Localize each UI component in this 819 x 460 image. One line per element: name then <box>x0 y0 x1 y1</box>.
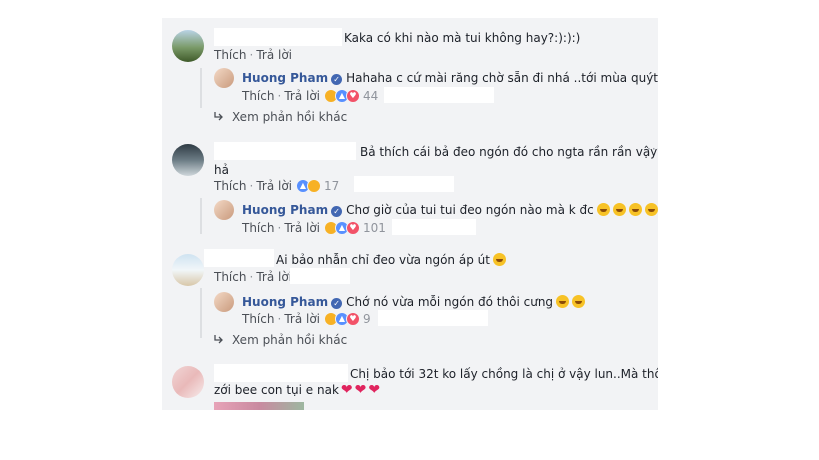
thread-line <box>200 198 202 234</box>
verified-icon: ✓ <box>331 206 343 217</box>
heart-emoji-icon: ❤ <box>354 382 367 398</box>
reply-body: Hahaha c cứ mài răng chờ sẵn đi nhá ..tớ… <box>346 71 658 85</box>
comment-actions: Thích · Trả lời ▲ 17 <box>214 179 339 193</box>
reply-body: Chơ giờ của tui tui đeo ngón nào mà k đc <box>346 203 594 217</box>
comment-text: Chị bảo tới 32t ko lấy chồng là chị ở vậ… <box>350 367 658 381</box>
separator: · <box>277 89 282 103</box>
reply-text: Huong Pham ✓ Chớ nó vừa mỗi ngón đó thôi c… <box>242 294 586 310</box>
avatar[interactable] <box>214 68 234 88</box>
reply-author[interactable]: Huong Pham <box>242 71 328 85</box>
redacted-area <box>290 268 350 284</box>
avatar[interactable] <box>172 144 204 176</box>
reaction-count[interactable]: 44 <box>363 89 378 103</box>
laughing-emoji-icon <box>596 203 610 216</box>
comment-panel: Kaka có khi nào mà tui không hay?:):):) … <box>162 18 658 410</box>
reply-actions: Thích · Trả lời ▲ ♥ 44 <box>242 89 378 103</box>
love-reaction-icon: ♥ <box>346 89 360 103</box>
like-link[interactable]: Thích <box>214 179 246 193</box>
laughing-emoji-icon <box>492 253 506 266</box>
verified-icon: ✓ <box>331 74 343 85</box>
like-link[interactable]: Thích <box>214 270 246 284</box>
heart-emoji-icon: ❤ <box>340 382 353 398</box>
reaction-count[interactable]: 17 <box>324 179 339 193</box>
reply-text: Huong Pham ✓ Hahaha c cứ mài răng chờ sẵn … <box>242 70 658 86</box>
love-reaction-icon: ♥ <box>346 312 360 326</box>
separator: · <box>249 270 254 284</box>
reply-link[interactable]: Trả lời <box>284 89 320 103</box>
reply-link[interactable]: Trả lời <box>284 312 320 326</box>
reactions-icons[interactable]: ▲ <box>296 179 321 193</box>
comment-actions: Thích · Trả lời <box>214 48 292 62</box>
comment-text: Bả thích cái bả đeo ngón đó cho ngta rần… <box>360 145 658 159</box>
redacted-name <box>214 142 356 160</box>
love-reaction-icon: ♥ <box>346 221 360 235</box>
reply-link[interactable]: Trả lời <box>256 48 292 62</box>
redacted-name <box>214 364 348 382</box>
redacted-name <box>204 249 274 267</box>
reaction-count[interactable]: 9 <box>363 312 371 326</box>
like-link[interactable]: Thích <box>242 312 274 326</box>
wow-reaction-icon <box>307 179 321 193</box>
reactions-icons[interactable]: ▲ ♥ <box>324 89 360 103</box>
reply-text: Huong Pham ✓ Chơ giờ của tui tui đeo ngón … <box>242 202 658 218</box>
comment-text: Ai bảo nhẫn chỉ đeo vừa ngón áp út <box>276 252 506 268</box>
reply-author[interactable]: Huong Pham <box>242 295 328 309</box>
more-replies-link[interactable]: Xem phản hồi khác <box>214 110 347 124</box>
like-link[interactable]: Thích <box>242 89 274 103</box>
comment-body: Ai bảo nhẫn chỉ đeo vừa ngón áp út <box>276 253 490 267</box>
laughing-emoji-icon <box>612 203 626 216</box>
redacted-area <box>378 310 488 326</box>
avatar[interactable] <box>172 366 204 398</box>
laughing-emoji-icon <box>556 295 570 308</box>
avatar[interactable] <box>172 30 204 62</box>
comment-text: Kaka có khi nào mà tui không hay?:):):) <box>344 31 581 45</box>
more-options-icon[interactable]: ··· <box>647 142 658 156</box>
comment-actions: Thích · Trả lời <box>214 270 292 284</box>
reply-link[interactable]: Trả lời <box>256 270 292 284</box>
redacted-area <box>354 176 454 192</box>
reply-link[interactable]: Trả lời <box>284 221 320 235</box>
avatar[interactable] <box>214 200 234 220</box>
thread-line <box>200 68 202 108</box>
more-replies-label[interactable]: Xem phản hồi khác <box>232 333 347 347</box>
comment-text-line2: hả <box>214 163 229 177</box>
attached-image[interactable] <box>214 402 304 410</box>
laughing-emoji-icon <box>628 203 642 216</box>
separator: · <box>249 179 254 193</box>
avatar[interactable] <box>172 254 204 286</box>
separator: · <box>277 221 282 235</box>
reply-actions: Thích · Trả lời ▲ ♥ 9 <box>242 312 371 326</box>
avatar[interactable] <box>214 292 234 312</box>
reply-body: Chớ nó vừa mỗi ngón đó thôi cưng <box>346 295 554 309</box>
more-replies-link[interactable]: Xem phản hồi khác <box>214 333 347 347</box>
reactions-icons[interactable]: ▲ ♥ <box>324 312 360 326</box>
heart-emoji-icon: ❤ <box>368 382 381 398</box>
reply-author[interactable]: Huong Pham <box>242 203 328 217</box>
laughing-emoji-icon <box>644 203 658 216</box>
comment-body-line2: zới bee con tụi e nak <box>214 383 339 397</box>
redacted-area <box>392 219 476 235</box>
redacted-name <box>214 28 342 46</box>
separator: · <box>249 48 254 62</box>
reply-link[interactable]: Trả lời <box>256 179 292 193</box>
reactions-icons[interactable]: ▲ ♥ <box>324 221 360 235</box>
like-link[interactable]: Thích <box>214 48 246 62</box>
more-replies-label[interactable]: Xem phản hồi khác <box>232 110 347 124</box>
like-link[interactable]: Thích <box>242 221 274 235</box>
verified-icon: ✓ <box>331 298 343 309</box>
reply-arrow-icon <box>214 335 223 344</box>
comment-text-line2: zới bee con tụi e nak ❤ ❤ ❤ <box>214 382 380 398</box>
reaction-count[interactable]: 101 <box>363 221 386 235</box>
redacted-area <box>384 87 494 103</box>
laughing-emoji-icon <box>572 295 586 308</box>
thread-line <box>200 288 202 338</box>
separator: · <box>277 312 282 326</box>
reply-actions: Thích · Trả lời ▲ ♥ 101 <box>242 221 386 235</box>
reply-arrow-icon <box>214 112 223 121</box>
